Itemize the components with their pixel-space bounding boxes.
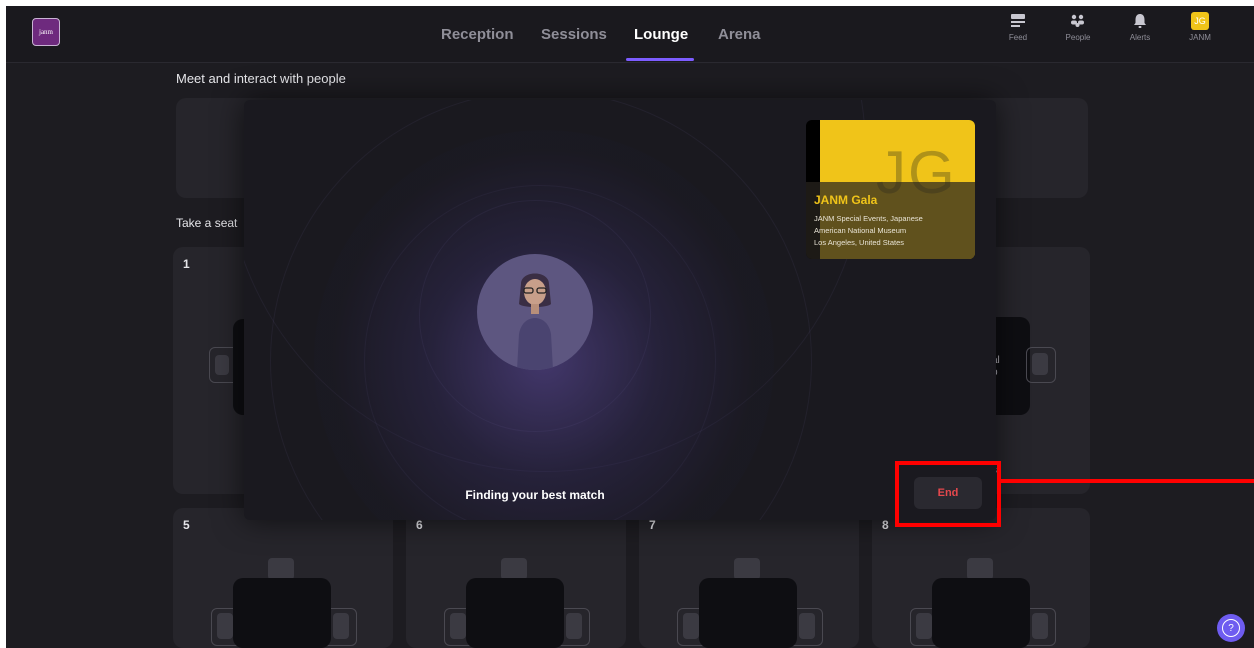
seat[interactable] [1032, 613, 1048, 639]
table-card-8[interactable]: 8 [872, 508, 1090, 648]
matchmaking-modal: Finding your best match JG JANM Gala JAN… [244, 100, 996, 520]
seat[interactable] [566, 613, 582, 639]
person-placeholder-icon [517, 273, 553, 370]
feed-label: Feed [1008, 33, 1028, 42]
seat[interactable] [916, 613, 932, 639]
profile-org-line-2: American National Museum [814, 226, 907, 235]
seat[interactable] [333, 613, 349, 639]
logo-text: janm [39, 28, 53, 36]
janm-logo[interactable]: janm [32, 18, 60, 46]
top-navigation-bar: janm Reception Sessions Lounge Arena Fee… [6, 6, 1254, 63]
annotation-pointer-line [1001, 479, 1254, 483]
tab-arena[interactable]: Arena [718, 26, 761, 43]
seat[interactable] [268, 558, 294, 580]
table-number: 1 [183, 257, 190, 271]
table-surface [466, 578, 564, 648]
seat[interactable] [1032, 353, 1048, 375]
searching-avatar [477, 254, 593, 370]
seat[interactable] [217, 613, 233, 639]
table-number: 6 [416, 518, 423, 532]
seat[interactable] [450, 613, 466, 639]
bell-icon [1134, 14, 1146, 28]
seat[interactable] [967, 558, 993, 580]
table-surface [699, 578, 797, 648]
seat[interactable] [215, 355, 229, 375]
table-surface [233, 578, 331, 648]
table-number: 8 [882, 518, 889, 532]
alerts-label: Alerts [1129, 33, 1151, 42]
alerts-button[interactable]: Alerts [1118, 12, 1162, 42]
table-card-4[interactable]: al p st [980, 247, 1090, 494]
profile-label: JANM [1189, 33, 1211, 42]
table-surface [932, 578, 1030, 648]
table-card-5[interactable]: 5 [173, 508, 393, 648]
seat[interactable] [683, 613, 699, 639]
profile-location: Los Angeles, United States [814, 238, 905, 247]
table-number: 5 [183, 518, 190, 532]
avatar-initials: JG [1194, 16, 1206, 26]
table-number: 7 [649, 518, 656, 532]
user-avatar: JG [1191, 12, 1209, 30]
seat[interactable] [799, 613, 815, 639]
finding-match-status: Finding your best match [465, 488, 605, 502]
people-button[interactable]: People [1056, 12, 1100, 42]
tab-lounge[interactable]: Lounge [634, 26, 688, 43]
screen-edge-left [0, 0, 6, 648]
match-profile-card[interactable]: JG JANM Gala JANM Special Events, Japane… [806, 120, 975, 259]
feed-icon [1011, 14, 1025, 27]
profile-button[interactable]: JG JANM [1178, 12, 1222, 42]
table-card-7[interactable]: 7 [639, 508, 859, 648]
profile-name: JANM Gala [814, 193, 878, 207]
profile-org-line-1: JANM Special Events, Japanese [814, 214, 923, 223]
take-seat-heading: Take a seat [176, 216, 238, 230]
feed-button[interactable]: Feed [996, 12, 1040, 42]
profile-details: JANM Special Events, Japanese American N… [814, 213, 964, 249]
lounge-heading: Meet and interact with people [176, 71, 346, 86]
help-icon: ? [1222, 619, 1240, 637]
seat[interactable] [734, 558, 760, 580]
annotation-highlight-box [895, 461, 1001, 527]
people-label: People [1065, 33, 1091, 42]
table-card-6[interactable]: 6 [406, 508, 626, 648]
people-icon [1071, 14, 1084, 27]
tab-reception[interactable]: Reception [441, 26, 514, 43]
seat[interactable] [501, 558, 527, 580]
help-button[interactable]: ? [1217, 614, 1245, 642]
active-tab-indicator [626, 58, 694, 61]
tab-sessions[interactable]: Sessions [541, 26, 607, 43]
